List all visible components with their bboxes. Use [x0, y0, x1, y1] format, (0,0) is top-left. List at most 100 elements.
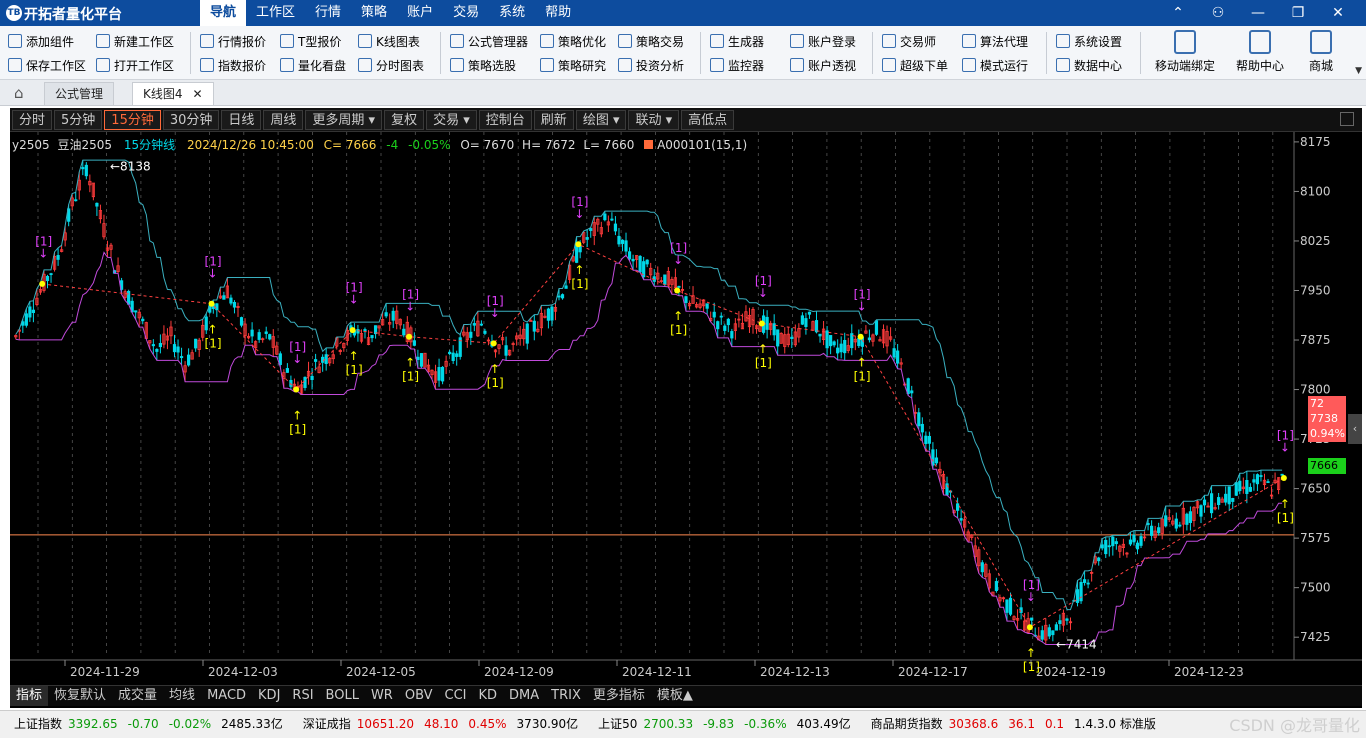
- candle-body: [1157, 527, 1161, 534]
- period-button[interactable]: 更多周期 ▾: [305, 109, 383, 130]
- candle-body: [1248, 486, 1252, 492]
- tab-kline4[interactable]: K线图4 ✕: [132, 82, 214, 105]
- stock-pick-button[interactable]: 策略选股: [450, 53, 528, 77]
- index-change-pct: 0.45%: [468, 717, 507, 731]
- indicator-tab[interactable]: WR: [365, 686, 399, 706]
- user-settings-icon[interactable]: ⚇: [1198, 0, 1238, 26]
- menu-account[interactable]: 账户: [397, 0, 443, 26]
- candle-body: [455, 353, 459, 357]
- period-button[interactable]: 联动 ▾: [628, 109, 680, 130]
- chart-period: 15分钟线: [123, 138, 176, 152]
- home-icon[interactable]: ⌂: [14, 84, 24, 102]
- signal-dot: [490, 340, 497, 347]
- period-button[interactable]: 周线: [263, 109, 304, 130]
- period-button[interactable]: 15分钟: [104, 109, 161, 130]
- period-button[interactable]: 绘图 ▾: [575, 109, 627, 130]
- menu-workspace[interactable]: 工作区: [246, 0, 305, 26]
- period-button[interactable]: 刷新: [533, 109, 574, 130]
- open-workspace-button[interactable]: 打开工作区: [96, 53, 174, 77]
- trader-button[interactable]: 交易师: [882, 29, 948, 53]
- period-button[interactable]: 30分钟: [162, 109, 220, 130]
- indicator-tab[interactable]: RSI: [286, 686, 319, 706]
- help-center-button[interactable]: 帮助中心: [1230, 28, 1290, 74]
- quote-list-button[interactable]: 行情报价: [200, 29, 266, 53]
- menu-system[interactable]: 系统: [489, 0, 535, 26]
- indicator-tab[interactable]: MACD: [201, 686, 252, 706]
- panel-expand-icon[interactable]: ‹: [1348, 414, 1362, 444]
- indicator-tab[interactable]: CCI: [439, 686, 473, 706]
- indicator-tab[interactable]: OBV: [399, 686, 439, 706]
- price-change-box: 72 7738 0.94%: [1308, 396, 1346, 442]
- data-center-button[interactable]: 数据中心: [1056, 53, 1122, 77]
- period-button[interactable]: 复权: [384, 109, 425, 130]
- indicator-tab[interactable]: KDJ: [252, 686, 286, 706]
- save-workspace-button[interactable]: 保存工作区: [8, 53, 86, 77]
- new-workspace-button[interactable]: 新建工作区: [96, 29, 174, 53]
- monitor-button[interactable]: 监控器: [710, 53, 764, 77]
- document-tabs: ⌂ 公式管理 K线图4 ✕: [0, 80, 1366, 106]
- indicator-tab[interactable]: TRIX: [545, 686, 587, 706]
- indicator-tab[interactable]: 模板▲: [651, 686, 699, 706]
- restore-icon[interactable]: ❐: [1278, 0, 1318, 26]
- index-amount: 3730.90亿: [516, 717, 579, 731]
- candle-body: [839, 343, 843, 353]
- quant-board-button[interactable]: 量化看盘: [280, 53, 346, 77]
- maximize-chart-icon[interactable]: [1340, 112, 1354, 126]
- ribbon-more-icon[interactable]: ▼: [1355, 66, 1362, 76]
- period-button[interactable]: 日线: [221, 109, 262, 130]
- watermark: CSDN @龙哥量化: [1229, 716, 1360, 735]
- strategy-optimize-button[interactable]: 策略优化: [540, 29, 606, 53]
- menu-help[interactable]: 帮助: [535, 0, 581, 26]
- indicator-name[interactable]: A000101(15,1): [657, 138, 747, 152]
- strategy-trade-button[interactable]: 策略交易: [618, 29, 684, 53]
- strategy-research-button[interactable]: 策略研究: [540, 53, 606, 77]
- indicator-tab[interactable]: 成交量: [112, 686, 163, 706]
- timeshare-chart-button[interactable]: 分时图表: [358, 53, 424, 77]
- t-quote-button[interactable]: T型报价: [280, 29, 346, 53]
- mobile-bind-button[interactable]: 移动端绑定: [1150, 28, 1220, 74]
- close-tab-icon[interactable]: ✕: [193, 87, 203, 101]
- indicator-tab[interactable]: 指标: [10, 686, 49, 706]
- candle-body: [74, 199, 78, 202]
- collapse-ribbon-icon[interactable]: ⌃: [1158, 0, 1198, 26]
- account-login-button[interactable]: 账户登录: [790, 29, 856, 53]
- index-quote-button[interactable]: 指数报价: [200, 53, 266, 77]
- period-button[interactable]: 高低点: [681, 109, 735, 130]
- signal-dot: [406, 333, 413, 340]
- indicator-tab[interactable]: 均线: [163, 686, 201, 706]
- indicator-tab[interactable]: KD: [473, 686, 504, 706]
- candle-body: [1245, 480, 1249, 494]
- kline-chart-button[interactable]: K线图表: [358, 29, 424, 53]
- menu-quotes[interactable]: 行情: [305, 0, 351, 26]
- store-button[interactable]: 商城: [1296, 28, 1346, 74]
- generator-button[interactable]: 生成器: [710, 29, 764, 53]
- tab-formula-manager[interactable]: 公式管理: [44, 82, 115, 105]
- algo-agent-button[interactable]: 算法代理: [962, 29, 1028, 53]
- period-button[interactable]: 控制台: [478, 109, 532, 130]
- mode-run-button[interactable]: 模式运行: [962, 53, 1028, 77]
- super-order-button[interactable]: 超级下单: [882, 53, 948, 77]
- period-button[interactable]: 分时: [12, 109, 53, 130]
- signal-dot: [1280, 475, 1287, 482]
- period-button[interactable]: 5分钟: [54, 109, 103, 130]
- system-settings-button[interactable]: 系统设置: [1056, 29, 1122, 53]
- formula-manager-button[interactable]: 公式管理器: [450, 29, 528, 53]
- indicator-tab[interactable]: BOLL: [320, 686, 365, 706]
- price-chart[interactable]: 8175810080257950787578007725765075757500…: [10, 132, 1362, 684]
- menu-nav[interactable]: 导航: [200, 0, 247, 26]
- buy-signal-label: [1]: [487, 376, 504, 390]
- candle-body: [1209, 493, 1214, 514]
- menu-trade[interactable]: 交易: [443, 0, 489, 26]
- account-view-button[interactable]: 账户透视: [790, 53, 856, 77]
- indicator-tab[interactable]: 恢复默认: [48, 686, 112, 706]
- index-change-pct: 0.1: [1044, 717, 1065, 731]
- period-button[interactable]: 交易 ▾: [426, 109, 477, 130]
- menu-strategy[interactable]: 策略: [351, 0, 397, 26]
- add-component-button[interactable]: 添加组件: [8, 29, 86, 53]
- invest-analysis-button[interactable]: 投资分析: [618, 53, 684, 77]
- minimize-icon[interactable]: —: [1238, 0, 1278, 26]
- indicator-tab[interactable]: DMA: [503, 686, 545, 706]
- y-tick-label: 7800: [1300, 383, 1331, 397]
- close-icon[interactable]: ✕: [1318, 0, 1358, 26]
- indicator-tab[interactable]: 更多指标: [587, 686, 651, 706]
